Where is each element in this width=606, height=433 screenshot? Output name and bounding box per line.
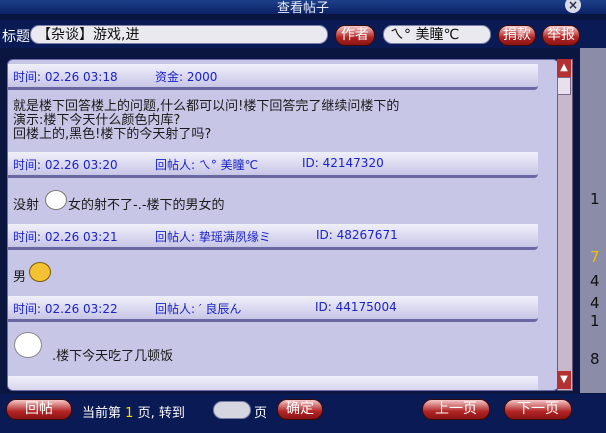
post-funds: 资金: 2000 xyxy=(155,70,218,84)
post-header: 时间: 02.26 03:22 回帖人: ′ 良辰ん ID: 44175004 xyxy=(8,296,538,322)
donate-button[interactable]: 捐款 xyxy=(498,25,536,46)
post-body-line: 女的射不了-.-楼下的男女的 xyxy=(68,198,225,213)
scroll-up-icon[interactable]: ▲ xyxy=(557,59,571,77)
author-button[interactable]: 作者 xyxy=(335,25,375,46)
crying-emote-icon xyxy=(45,190,67,210)
post-user-id: ID: 44175004 xyxy=(315,300,397,314)
grin-emote-icon xyxy=(29,262,51,282)
strip-number: 8 xyxy=(590,350,600,368)
post-replier: 回帖人: ′ 良辰ん xyxy=(155,302,242,316)
post-header: 时间: 02.26 03:20 回帖人: ㄟ° 美瞳℃ ID: 42147320 xyxy=(8,152,538,178)
window-title: 查看帖子 xyxy=(276,1,329,16)
post-body-line: 男 xyxy=(13,270,27,285)
page-jump-input[interactable] xyxy=(213,401,251,419)
strip-number: 4 xyxy=(590,272,600,290)
strip-number: 7 xyxy=(590,248,600,266)
background-strip xyxy=(580,48,606,393)
post-body-line: 回楼上的,黑色!楼下的今天射了吗? xyxy=(13,127,212,142)
next-page-button[interactable]: 下一页 xyxy=(504,399,572,420)
report-button[interactable]: 举报 xyxy=(542,25,580,46)
post-body-line: 没射 xyxy=(13,198,40,213)
strip-number: 4 xyxy=(590,294,600,312)
post-time: 时间: 02.26 03:22 xyxy=(13,302,118,316)
go-button[interactable]: 确定 xyxy=(277,399,323,420)
author-field: ㄟ° 美瞳℃ xyxy=(383,25,491,44)
current-page-number: 1 xyxy=(125,406,134,421)
post-time: 时间: 02.26 03:18 xyxy=(13,70,118,84)
prev-page-button[interactable]: 上一页 xyxy=(422,399,490,420)
post-title-field: 【杂谈】游戏,进 xyxy=(30,25,328,44)
post-header xyxy=(8,376,538,390)
post-header: 时间: 02.26 03:18 资金: 2000 xyxy=(8,64,538,90)
page-prefix: 当前第 xyxy=(82,406,122,421)
title-label: 标题 xyxy=(2,29,30,45)
scroll-down-icon[interactable]: ▼ xyxy=(557,371,571,389)
chibi-emote-icon xyxy=(14,332,42,358)
post-body-line: .楼下今天吃了几顿饭 xyxy=(52,349,174,364)
posts-panel[interactable]: 时间: 02.26 03:18 资金: 2000 就是楼下回答楼上的问题,什么都… xyxy=(7,59,559,391)
post-user-id: ID: 48267671 xyxy=(316,228,398,242)
reply-button[interactable]: 回帖 xyxy=(6,399,72,420)
scroll-thumb[interactable] xyxy=(557,77,571,95)
strip-number: 1 xyxy=(590,190,600,208)
post-time: 时间: 02.26 03:21 xyxy=(13,230,118,244)
post-header: 时间: 02.26 03:21 回帖人: 挚瑶满夙缘ミ ID: 48267671 xyxy=(8,224,538,250)
post-replier: 回帖人: ㄟ° 美瞳℃ xyxy=(155,158,259,172)
page-indicator: 当前第 1 页, 转到 xyxy=(82,402,185,421)
strip-number: 1 xyxy=(590,312,600,330)
scrollbar[interactable] xyxy=(557,59,573,391)
post-replier: 回帖人: 挚瑶满夙缘ミ xyxy=(155,230,271,244)
post-time: 时间: 02.26 03:20 xyxy=(13,158,118,172)
post-user-id: ID: 42147320 xyxy=(302,156,384,170)
page-suffix: 页, 转到 xyxy=(137,406,185,421)
page-unit-label: 页 xyxy=(254,406,268,421)
